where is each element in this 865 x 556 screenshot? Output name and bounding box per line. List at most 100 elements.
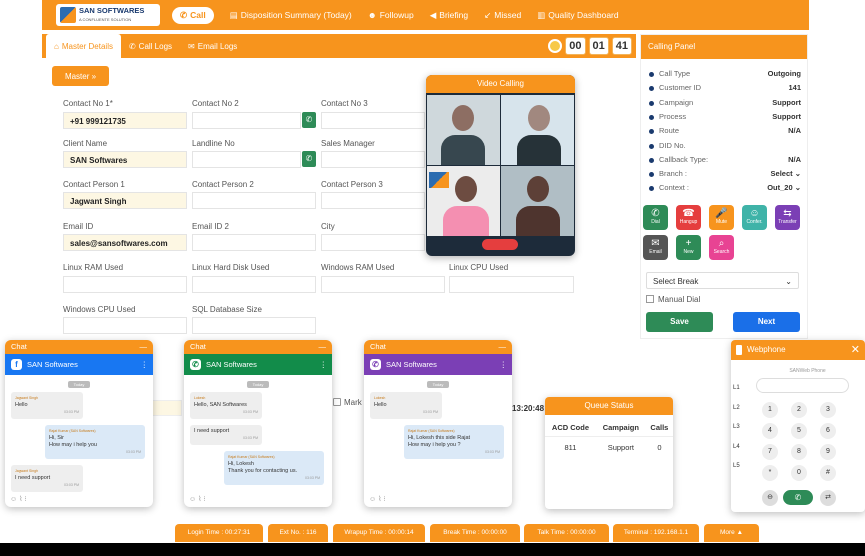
new-icon: + [685, 238, 692, 249]
more-icon[interactable]: ⁝ [24, 496, 26, 503]
dialpad-key[interactable]: 9 [820, 444, 836, 460]
webphone-line-5[interactable]: L5 [733, 463, 740, 469]
conference-button[interactable]: ☺ Confer. [742, 205, 767, 230]
chat-input-bar[interactable]: ☺ ⌇ ⁝ [369, 495, 386, 503]
dial-landline-icon[interactable]: ✆ [302, 151, 316, 167]
emoji-icon[interactable]: ☺ [189, 496, 196, 503]
transfer-icon[interactable]: ⇄ [820, 490, 836, 506]
more-button[interactable]: More ▲ [704, 524, 759, 542]
wrapup-time-stat: Wrapup Time : 00:00:14 [333, 524, 425, 542]
attachment-icon[interactable]: ⌇ [378, 496, 381, 503]
chat-input-bar[interactable]: ☺ ⌇ ⁝ [10, 495, 27, 503]
emoji-icon[interactable]: ☺ [369, 496, 376, 503]
more-options-icon[interactable]: ⋮ [141, 354, 149, 375]
dialpad-key[interactable]: 8 [791, 444, 807, 460]
more-options-icon[interactable]: ⋮ [320, 354, 328, 375]
dialpad-key[interactable]: 0 [791, 465, 807, 481]
sql-size-field[interactable] [192, 317, 316, 334]
chat-message: Rajat Kumar (SAN Softwares) Hi, Sir How … [45, 425, 145, 459]
nav-followup[interactable]: ☻ Followup [368, 10, 414, 20]
select-break-dropdown[interactable]: Select Break ⌄ [646, 272, 799, 289]
contact-no-1-field[interactable]: +91 999121735 [63, 112, 187, 129]
calling-panel-row[interactable]: Context : Out_20 ⌄ [649, 183, 801, 196]
dialpad-key[interactable]: # [820, 465, 836, 481]
dial-contact-2-icon[interactable]: ✆ [302, 112, 316, 128]
dialpad-key[interactable]: 6 [820, 423, 836, 439]
mark-checkbox[interactable] [333, 398, 341, 406]
call-button[interactable]: ✆ Call [172, 6, 214, 24]
dialpad-key[interactable]: 5 [791, 423, 807, 439]
webphone-call-button[interactable]: ✆ [783, 490, 813, 505]
search-button[interactable]: ⌕ Search [709, 235, 734, 260]
dialpad-key[interactable]: * [762, 465, 778, 481]
dialpad-key[interactable]: 1 [762, 402, 778, 418]
attachment-icon[interactable]: ⌇ [198, 496, 201, 503]
webphone-line-3[interactable]: L3 [733, 424, 740, 430]
new-button[interactable]: + New [676, 235, 701, 260]
nav-quality-dashboard[interactable]: ▥ Quality Dashboard [537, 10, 618, 21]
tab-master-details[interactable]: ⌂ Master Details [46, 34, 121, 58]
end-video-call-button[interactable] [482, 239, 518, 250]
save-button[interactable]: Save [646, 312, 713, 332]
hidden-field[interactable] [152, 400, 182, 416]
city-field[interactable] [321, 234, 425, 251]
tab-email-logs[interactable]: ✉ Email Logs [180, 34, 245, 58]
bullet-icon [649, 157, 654, 163]
contact-person-3-label: Contact Person 3 [321, 180, 383, 189]
minimize-icon[interactable]: — [319, 340, 327, 354]
contact-person-2-field[interactable] [192, 192, 316, 209]
windows-cpu-label: Windows CPU Used [63, 305, 136, 314]
landline-field[interactable] [192, 151, 301, 168]
more-icon[interactable]: ⁝ [203, 496, 205, 503]
windows-ram-field[interactable] [321, 276, 445, 293]
dialpad-key[interactable]: 2 [791, 402, 807, 418]
windows-cpu-field[interactable] [63, 317, 187, 334]
hangup-button[interactable]: ☎ Hangup [676, 205, 701, 230]
chat-input-bar[interactable]: ☺ ⌇ ⁝ [189, 495, 206, 503]
minimize-icon[interactable]: — [140, 340, 148, 354]
contact-no-3-field[interactable] [321, 112, 425, 129]
chat-message: Jagwant Singh Hello 03:03 PM [11, 392, 83, 419]
dial-number-input[interactable] [756, 378, 849, 393]
linux-cpu-field[interactable] [449, 276, 574, 293]
dial-button[interactable]: ✆ Dial [643, 205, 668, 230]
queue-col-calls: Calls [645, 419, 673, 437]
master-button[interactable]: Master » [52, 66, 109, 86]
chat-contact-bar: ✆ SAN Softwares ⋮ [184, 354, 332, 375]
email-id-2-field[interactable] [192, 234, 316, 251]
nav-missed[interactable]: ↙ Missed [484, 10, 521, 21]
calling-panel-row[interactable]: Branch : Select ⌄ [649, 169, 801, 182]
email-button[interactable]: ✉ Email [643, 235, 668, 260]
delete-icon[interactable]: ⊖ [762, 490, 778, 506]
manual-dial-checkbox[interactable] [646, 295, 654, 303]
emoji-icon[interactable]: ☺ [10, 496, 17, 503]
next-button[interactable]: Next [733, 312, 800, 332]
contact-person-1-field[interactable]: Jagwant Singh [63, 192, 187, 209]
dialpad-key[interactable]: 3 [820, 402, 836, 418]
mute-button[interactable]: 🎤 Mute [709, 205, 734, 230]
contact-person-3-field[interactable] [321, 192, 425, 209]
webphone-line-2[interactable]: L2 [733, 405, 740, 411]
linux-disk-field[interactable] [192, 276, 316, 293]
sales-manager-field[interactable] [321, 151, 425, 168]
nav-briefing[interactable]: ◀ Briefing [430, 10, 468, 21]
transfer-button[interactable]: ⇆ Transfer [775, 205, 800, 230]
chat-message: Lokesh Hello, SAN Softwares 03:03 PM [190, 392, 262, 419]
dialpad-key[interactable]: 4 [762, 423, 778, 439]
tab-call-logs[interactable]: ✆ Call Logs [121, 34, 180, 58]
more-options-icon[interactable]: ⋮ [500, 354, 508, 375]
dialpad-key[interactable]: 7 [762, 444, 778, 460]
table-row: 811 Support 0 [564, 443, 662, 452]
close-icon[interactable]: ✕ [851, 340, 860, 360]
linux-ram-field[interactable] [63, 276, 187, 293]
contact-no-2-field[interactable] [192, 112, 301, 129]
webphone-line-1[interactable]: L1 [733, 385, 740, 391]
client-name-field[interactable]: SAN Softwares [63, 151, 187, 168]
webphone-line-4[interactable]: L4 [733, 444, 740, 450]
linux-cpu-label: Linux CPU Used [449, 263, 509, 272]
email-id-field[interactable]: sales@sansoftwares.com [63, 234, 187, 251]
more-icon[interactable]: ⁝ [383, 496, 385, 503]
attachment-icon[interactable]: ⌇ [19, 496, 22, 503]
minimize-icon[interactable]: — [499, 340, 507, 354]
nav-disposition-summary[interactable]: ▤ Disposition Summary (Today) [230, 10, 352, 21]
